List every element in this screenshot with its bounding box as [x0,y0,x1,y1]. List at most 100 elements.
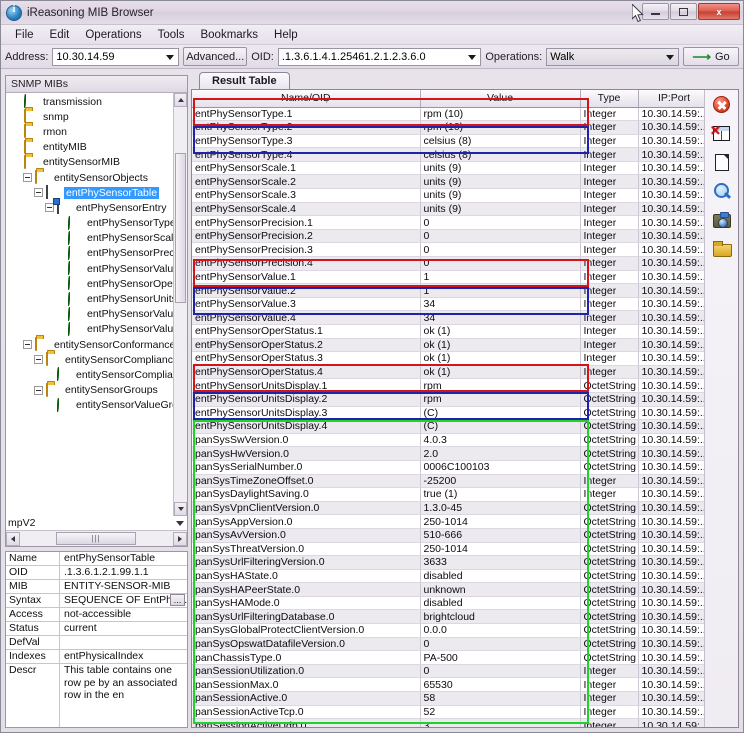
table-row[interactable]: panChassisType.0PA-500OctetString10.30.1… [192,651,704,665]
scroll-up-button[interactable] [174,93,187,107]
tree-node-entPhySensorPrecisi[interactable]: entPhySensorPrecisi [6,246,173,261]
table-row[interactable]: panSysHAMode.0disabledOctetString10.30.1… [192,596,704,610]
tree-node-entitySensorCompliance[interactable]: entitySensorCompliance [6,367,173,382]
tree-node-entPhySensorOperS[interactable]: entPhySensorOperS [6,276,173,291]
tree-node-entitySensorValueGroup[interactable]: entitySensorValueGroup [6,398,173,413]
tree-node-entitySensorGroups[interactable]: entitySensorGroups [6,383,173,398]
table-row[interactable]: panSessionMax.065530Integer10.30.14.59:.… [192,678,704,692]
table-row[interactable]: entPhySensorScale.3units (9)Integer10.30… [192,189,704,203]
close-button[interactable]: x [698,3,740,20]
table-row[interactable]: panSysSerialNumber.00006C100103OctetStri… [192,460,704,474]
table-row[interactable]: entPhySensorOperStatus.2ok (1)Integer10.… [192,338,704,352]
minimize-button[interactable] [642,3,669,20]
table-row[interactable]: entPhySensorValue.21Integer10.30.14.59:.… [192,284,704,298]
table-row[interactable]: entPhySensorType.2rpm (10)Integer10.30.1… [192,121,704,135]
table-row[interactable]: entPhySensorOperStatus.1ok (1)Integer10.… [192,325,704,339]
table-row[interactable]: entPhySensorType.3celsius (8)Integer10.3… [192,134,704,148]
tree-node-entitySensorObjects[interactable]: entitySensorObjects [6,170,173,185]
hscrollbar-thumb[interactable]: ||| [56,532,136,545]
snmp-version-row[interactable]: mpV2 [6,516,187,530]
tree-node-entPhySensorValueT[interactable]: entPhySensorValueT [6,307,173,322]
mib-tree[interactable]: transmissionsnmprmonentityMIBentitySenso… [6,93,173,516]
table-row[interactable]: panSysGlobalProtectClientVersion.00.0.0O… [192,624,704,638]
tree-node-entitySensorMIB[interactable]: entitySensorMIB [6,155,173,170]
tree-node-entPhySensorUnitsD[interactable]: entPhySensorUnitsD [6,291,173,306]
tree-node-entPhySensorScale[interactable]: entPhySensorScale [6,231,173,246]
tree-horizontal-scrollbar[interactable]: ||| [6,530,187,546]
open-folder-icon[interactable] [711,241,733,261]
column-header-ip-port[interactable]: IP:Port [638,90,704,107]
menu-bookmarks[interactable]: Bookmarks [192,27,266,43]
table-row[interactable]: entPhySensorScale.1units (9)Integer10.30… [192,161,704,175]
table-row[interactable]: panSysHwVersion.02.0OctetString10.30.14.… [192,447,704,461]
table-row[interactable]: entPhySensorPrecision.40Integer10.30.14.… [192,257,704,271]
scroll-right-button[interactable] [173,532,187,546]
table-row[interactable]: entPhySensorUnitsDisplay.1rpmOctetString… [192,379,704,393]
scroll-down-button[interactable] [174,502,187,516]
tree-node-entitySensorConformance[interactable]: entitySensorConformance [6,337,173,352]
table-row[interactable]: entPhySensorScale.4units (9)Integer10.30… [192,202,704,216]
new-document-icon[interactable] [711,154,733,174]
operations-combobox[interactable]: Walk [546,48,679,66]
tree-node-entPhySensorValueU[interactable]: entPhySensorValueU [6,322,173,337]
tree-node-entitySensorCompliances[interactable]: entitySensorCompliances [6,352,173,367]
tab-result-table[interactable]: Result Table [199,72,290,89]
tree-node-entPhySensorType[interactable]: entPhySensorType [6,216,173,231]
mib-tree-scroll-area[interactable]: transmissionsnmprmonentityMIBentitySenso… [6,93,187,516]
column-header-name-oid[interactable]: Name/OID / [192,90,420,107]
table-row[interactable]: panSysThreatVersion.0250-1014OctetString… [192,542,704,556]
syntax-detail-button[interactable]: ... [170,594,185,606]
menu-file[interactable]: File [7,27,42,43]
table-row[interactable]: panSysHAState.0disabledOctetString10.30.… [192,569,704,583]
table-row[interactable]: panSessionActiveTcp.052Integer10.30.14.5… [192,705,704,719]
table-row[interactable]: entPhySensorValue.334Integer10.30.14.59:… [192,297,704,311]
table-row[interactable]: panSysOpswatDatafileVersion.00OctetStrin… [192,637,704,651]
table-row[interactable]: entPhySensorOperStatus.4ok (1)Integer10.… [192,365,704,379]
table-row[interactable]: entPhySensorPrecision.20Integer10.30.14.… [192,229,704,243]
menu-help[interactable]: Help [266,27,306,43]
table-row[interactable]: panSysHAPeerState.0unknownOctetString10.… [192,583,704,597]
table-row[interactable]: entPhySensorOperStatus.3ok (1)Integer10.… [192,352,704,366]
column-header-type[interactable]: Type [580,90,638,107]
delete-table-icon[interactable] [711,125,733,145]
menu-operations[interactable]: Operations [77,27,149,43]
table-row[interactable]: panSysVpnClientVersion.01.3.0-45OctetStr… [192,501,704,515]
table-row[interactable]: entPhySensorValue.11Integer10.30.14.59:.… [192,270,704,284]
table-row[interactable]: entPhySensorValue.434Integer10.30.14.59:… [192,311,704,325]
tree-collapse-icon[interactable] [23,173,32,182]
table-row[interactable]: entPhySensorScale.2units (9)Integer10.30… [192,175,704,189]
search-icon[interactable] [711,183,733,203]
table-row[interactable]: entPhySensorPrecision.30Integer10.30.14.… [192,243,704,257]
table-row[interactable]: entPhySensorType.4celsius (8)Integer10.3… [192,148,704,162]
tree-collapse-icon[interactable] [34,188,43,197]
address-combobox[interactable]: 10.30.14.59 [52,48,179,66]
camera-icon[interactable] [711,212,733,232]
tree-node-entPhySensorTable[interactable]: entPhySensorTable [6,185,173,200]
tree-node-entPhySensorValue[interactable]: entPhySensorValue [6,261,173,276]
tree-collapse-icon[interactable] [34,386,43,395]
table-row[interactable]: panSysDaylightSaving.0true (1)Integer10.… [192,488,704,502]
oid-combobox[interactable]: .1.3.6.1.4.1.25461.2.1.2.3.6.0 [278,48,481,66]
advanced-button[interactable]: Advanced... [183,47,247,66]
table-row[interactable]: panSysAppVersion.0250-1014OctetString10.… [192,515,704,529]
scroll-left-button[interactable] [6,532,20,546]
table-row[interactable]: panSysSwVersion.04.0.3OctetString10.30.1… [192,433,704,447]
table-row[interactable]: panSessionActiveUdp.03Integer10.30.14.59… [192,719,704,727]
table-row[interactable]: panSysUrlFilteringVersion.03633OctetStri… [192,556,704,570]
maximize-button[interactable] [670,3,697,20]
menu-edit[interactable]: Edit [42,27,78,43]
tree-collapse-icon[interactable] [34,355,43,364]
go-button[interactable]: ⟶ Go [683,47,739,66]
table-row[interactable]: entPhySensorUnitsDisplay.4(C)OctetString… [192,420,704,434]
table-row[interactable]: entPhySensorUnitsDisplay.3(C)OctetString… [192,406,704,420]
table-row[interactable]: entPhySensorUnitsDisplay.2rpmOctetString… [192,392,704,406]
menu-tools[interactable]: Tools [150,27,193,43]
tree-node-entPhySensorEntry[interactable]: entPhySensorEntry [6,200,173,215]
tree-vertical-scrollbar[interactable] [173,93,187,516]
result-table-scroll[interactable]: Name/OID / Value Type IP:Port entPhySens… [192,90,704,727]
stop-close-icon[interactable] [711,96,733,116]
scrollbar-thumb[interactable] [175,153,186,303]
table-row[interactable]: panSysTimeZoneOffset.0-25200Integer10.30… [192,474,704,488]
table-row[interactable]: panSessionUtilization.00Integer10.30.14.… [192,664,704,678]
column-header-value[interactable]: Value [420,90,580,107]
